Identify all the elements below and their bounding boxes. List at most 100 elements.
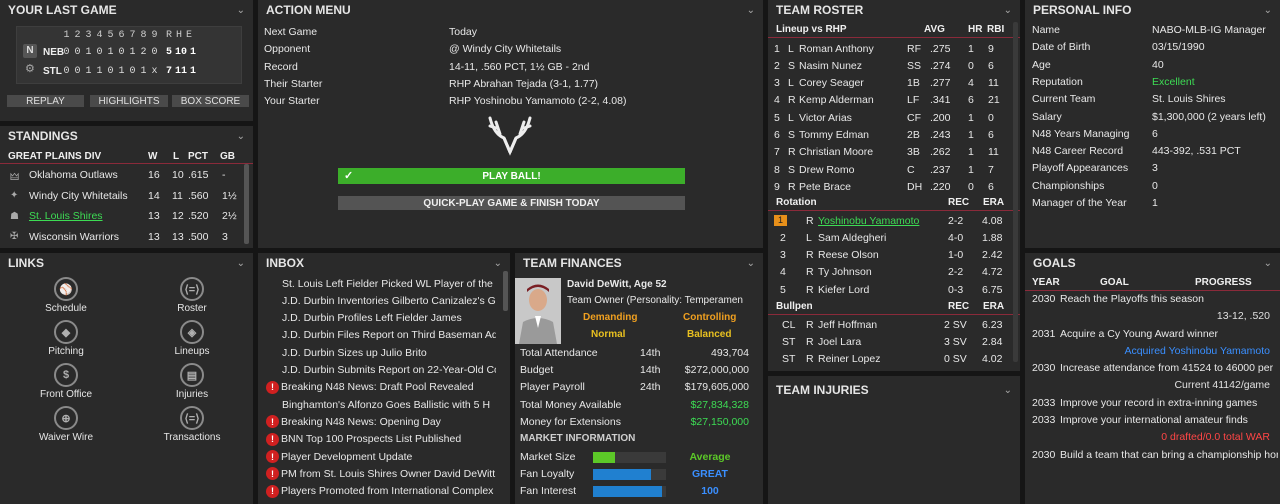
bullpen-row[interactable]: CL R Jeff Hoffman 2 SV 6.23 <box>768 316 1020 333</box>
highlights-button[interactable]: HIGHLIGHTS <box>90 95 168 107</box>
lineup-row[interactable]: 8 S Drew Romo C .237 1 7 <box>768 161 1020 178</box>
standings-gb: - <box>222 169 226 181</box>
lineup-n: 6 <box>774 129 780 141</box>
lineup-hr: 0 <box>968 59 974 72</box>
standings-scrollbar[interactable] <box>244 164 249 244</box>
collapse-chevron-icon[interactable]: ⌄ <box>1264 258 1272 269</box>
personal-value: 40 <box>1152 58 1164 71</box>
play-ball-button[interactable]: ✓ PLAY BALL! <box>338 168 685 184</box>
link-label: Pitching <box>48 346 84 357</box>
lineup-name: Drew Romo <box>799 163 855 176</box>
action-value: Today <box>449 26 478 38</box>
alert-icon: ! <box>266 380 279 394</box>
standings-row[interactable]: ✦ Windy City Whitetails 14 11 .560 1½ <box>0 187 253 205</box>
lineup-row[interactable]: 9 R Pete Brace DH .220 0 6 <box>768 178 1020 195</box>
goal-year: 2031 <box>1032 327 1056 340</box>
link-front-office[interactable]: $ Front Office <box>16 363 116 400</box>
collapse-chevron-icon[interactable]: ⌄ <box>237 131 245 142</box>
standings-row[interactable]: ✠ Wisconsin Warriors 13 13 .500 3 <box>0 228 253 246</box>
collapse-chevron-icon[interactable]: ⌄ <box>747 5 755 16</box>
lineup-row[interactable]: 5 L Victor Arias CF .200 1 0 <box>768 109 1020 126</box>
goal-progress: Acquired Yoshinobu Yamamoto <box>1124 344 1270 357</box>
rhe-label: E <box>185 30 192 41</box>
lineup-n: 4 <box>774 94 780 107</box>
action-menu-panel: ACTION MENU ⌄ Next Game Today Opponent @ Win… <box>258 0 763 248</box>
goal-text: Improve your record in extra-inning game… <box>1060 396 1258 409</box>
market-value: Average <box>689 451 731 463</box>
lineup-row[interactable]: 2 S Nasim Nunez SS .274 0 6 <box>768 57 1020 74</box>
inbox-item[interactable]: J.D. Durbin Sizes up Julio Brito <box>282 344 496 361</box>
lineup-row[interactable]: 6 S Tommy Edman 2B .243 1 6 <box>768 127 1020 144</box>
bullpen-label: Bullpen <box>776 301 813 312</box>
lineup-row[interactable]: 1 L Roman Anthony RF .275 1 9 <box>768 40 1020 57</box>
inbox-item[interactable]: ! BNN Top 100 Prospects List Published <box>266 431 496 448</box>
personal-value: $1,300,000 (2 years left) <box>1152 110 1266 123</box>
lineup-pos: CF <box>907 111 921 124</box>
rotation-rec: 1-0 <box>948 249 964 262</box>
collapse-chevron-icon[interactable]: ⌄ <box>494 258 502 269</box>
goal-progress: Current 41142/game <box>1174 379 1270 391</box>
goal-progress: 13-12, .520 <box>1216 310 1270 322</box>
inbox-item[interactable]: J.D. Durbin Profiles Left Fielder James <box>282 310 496 327</box>
bullpen-rec: 2 SV <box>944 318 967 331</box>
roster-scrollbar[interactable] <box>1013 22 1018 362</box>
action-value: @ Windy City Whitetails <box>449 43 562 56</box>
standings-pct: .615 <box>188 169 209 181</box>
inning-score: 1 <box>96 65 103 77</box>
rotation-name: Kiefer Lord <box>818 283 870 296</box>
collapse-chevron-icon[interactable]: ⌄ <box>237 258 245 269</box>
rotation-row[interactable]: 2 L 4-0 1.88 Sam Aldegheri <box>768 229 1020 246</box>
lineup-row[interactable]: 4 R Kemp Alderman LF .341 6 21 <box>768 92 1020 109</box>
inbox-item[interactable]: St. Louis Left Fielder Picked WL Player … <box>282 275 496 292</box>
inbox-scrollbar[interactable] <box>503 271 508 311</box>
inbox-item[interactable]: ! Players Promoted from International Com… <box>266 483 496 500</box>
bullpen-role: ST <box>782 353 796 366</box>
box-score-button[interactable]: BOX SCORE <box>172 95 249 107</box>
inbox-item[interactable]: ! Breaking N48 News: Opening Day <box>266 413 496 430</box>
inbox-item[interactable]: J.D. Durbin Files Report on Third Basema… <box>282 327 496 344</box>
replay-button[interactable]: REPLAY <box>7 95 84 107</box>
bullpen-era: 6.23 <box>982 318 1003 331</box>
lineup-avg: .243 <box>930 129 951 141</box>
inning-number: 6 <box>118 30 125 41</box>
inbox-item[interactable]: Binghamton's Alfonzo Goes Ballistic with… <box>282 396 496 413</box>
col-hr: HR <box>968 24 983 35</box>
market-label: Fan Interest <box>520 485 577 498</box>
collapse-chevron-icon[interactable]: ⌄ <box>1004 5 1012 16</box>
collapse-chevron-icon[interactable]: ⌄ <box>1004 385 1012 396</box>
rotation-row[interactable]: 5 R 0-3 6.75 Kiefer Lord <box>768 281 1020 298</box>
bullpen-row[interactable]: ST R Joel Lara 3 SV 2.84 <box>768 333 1020 350</box>
link-transactions[interactable]: ⟨=⟩ Transactions <box>142 406 242 443</box>
inbox-item[interactable]: J.D. Durbin Submits Report on 22-Year-Ol… <box>282 362 496 379</box>
last-game-title: YOUR LAST GAME <box>8 3 117 17</box>
link-injuries[interactable]: ▤ Injuries <box>142 363 242 400</box>
collapse-chevron-icon[interactable]: ⌄ <box>747 258 755 269</box>
inning-number: 2 <box>74 30 81 41</box>
quick-play-button[interactable]: QUICK-PLAY GAME & FINISH TODAY <box>338 196 685 210</box>
lineup-row[interactable]: 3 L Corey Seager 1B .277 4 11 <box>768 75 1020 92</box>
lineup-row[interactable]: 7 R Christian Moore 3B .262 1 11 <box>768 144 1020 161</box>
link-waiver-wire[interactable]: ⊕ Waiver Wire <box>16 406 116 443</box>
link-pitching[interactable]: ◆ Pitching <box>16 320 116 357</box>
standings-row[interactable]: ☗ St. Louis Shires 13 12 .520 2½ <box>0 207 253 225</box>
link-roster[interactable]: ⟨=⟩ Roster <box>142 277 242 314</box>
finance-label: Money for Extensions <box>520 415 621 428</box>
inbox-item[interactable]: J.D. Durbin Inventories Gilberto Canizal… <box>282 292 496 309</box>
lineup-avg: .275 <box>930 42 951 55</box>
personal-value: NABO-MLB-IG Manager <box>1152 24 1266 36</box>
link-lineups[interactable]: ◈ Lineups <box>142 320 242 357</box>
inbox-item[interactable]: ! Breaking N48 News: Draft Pool Revealed <box>266 379 496 396</box>
inbox-item[interactable]: ! PM from St. Louis Shires Owner David De… <box>266 465 496 482</box>
market-info-title: MARKET INFORMATION <box>520 433 636 444</box>
inbox-subject: Player Development Update <box>281 450 413 463</box>
standings-row[interactable]: 🜲 Oklahoma Outlaws 16 10 .615 - <box>0 166 253 184</box>
inbox-item[interactable]: ! Player Development Update <box>266 448 496 465</box>
collapse-chevron-icon[interactable]: ⌄ <box>237 5 245 16</box>
rotation-row[interactable]: 4 R 2-2 4.72 Ty Johnson <box>768 264 1020 281</box>
bullpen-row[interactable]: ST R Reiner Lopez 0 SV 4.02 <box>768 351 1020 368</box>
link-schedule[interactable]: ⚾ Schedule <box>16 277 116 314</box>
rotation-row[interactable]: 3 R 1-0 2.42 Reese Olson <box>768 247 1020 264</box>
collapse-chevron-icon[interactable]: ⌄ <box>1264 5 1272 16</box>
col-rbi: RBI <box>987 24 1005 35</box>
rotation-row[interactable]: 1 R 2-2 4.08 Yoshinobu Yamamoto <box>768 212 1020 229</box>
